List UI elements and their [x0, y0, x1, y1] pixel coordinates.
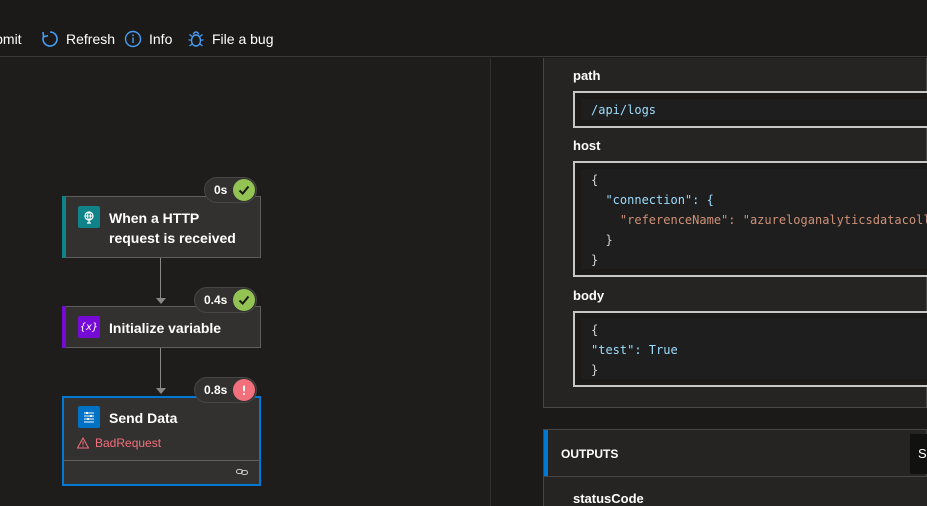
code-line: {	[591, 323, 599, 337]
logic-app-run-view: Submit Refresh Info File a bug	[0, 0, 927, 506]
code-line: }	[591, 253, 599, 267]
step-title: Send Data	[109, 410, 178, 426]
step-accent-bar	[62, 196, 66, 258]
success-check-icon	[233, 179, 255, 201]
body-value-box[interactable]: { "test": True }	[573, 311, 927, 387]
path-value-box[interactable]: /api/logs	[573, 91, 927, 128]
step-card-http-trigger[interactable]: When a HTTP request is received	[62, 196, 261, 258]
duration-badge: 0.4s	[194, 287, 257, 313]
show-raw-outputs-button[interactable]: Show raw outputs	[910, 434, 927, 474]
http-trigger-icon	[78, 206, 100, 228]
host-value-box[interactable]: { "connection": { "referenceName": "azur…	[573, 161, 927, 277]
variable-icon: {x}	[78, 316, 100, 338]
azure-log-analytics-icon	[78, 406, 100, 428]
outputs-title: OUTPUTS	[561, 447, 619, 461]
step-card-send-data[interactable]: Send Data BadRequest	[62, 396, 261, 486]
refresh-button[interactable]: Refresh	[40, 28, 115, 50]
error-text: BadRequest	[95, 436, 162, 450]
code-line: }	[591, 233, 613, 247]
link-icon[interactable]	[235, 465, 249, 484]
connector-arrow	[156, 298, 166, 304]
error-icon	[233, 379, 255, 401]
step-title: Initialize variable	[109, 320, 222, 336]
step-footer	[64, 460, 259, 484]
connector-line	[160, 258, 161, 298]
code-line: "test": True	[591, 343, 678, 357]
duration-text: 0s	[214, 183, 228, 197]
code-line: }	[591, 363, 599, 377]
success-check-icon	[233, 289, 255, 311]
toolbar: Submit Refresh Info File a bug	[0, 0, 927, 57]
refresh-label: Refresh	[66, 31, 116, 47]
status-code-label: statusCode	[573, 491, 644, 506]
outputs-header[interactable]: OUTPUTS Show raw outputs	[543, 429, 927, 477]
connector-arrow	[156, 388, 166, 394]
code-line: {	[591, 173, 599, 187]
bug-icon	[186, 29, 206, 49]
file-a-bug-label: File a bug	[212, 31, 274, 47]
duration-text: 0.8s	[204, 383, 228, 397]
outputs-accent-bar	[544, 430, 548, 476]
path-value: /api/logs	[591, 103, 657, 117]
warning-icon	[77, 437, 89, 449]
outputs-body: statusCode	[543, 477, 927, 506]
file-a-bug-button[interactable]: File a bug	[186, 28, 273, 50]
step-error: BadRequest	[77, 436, 161, 450]
step-accent-bar	[62, 306, 66, 348]
resubmit-label: Submit	[0, 31, 22, 47]
duration-badge: 0s	[204, 177, 257, 203]
path-label: path	[573, 68, 601, 83]
duration-badge: 0.8s	[194, 377, 257, 403]
info-button[interactable]: Info	[123, 28, 172, 50]
resubmit-button[interactable]: Submit	[0, 28, 22, 50]
info-icon	[123, 29, 143, 49]
code-line: "connection": {	[591, 193, 714, 207]
duration-text: 0.4s	[204, 293, 228, 307]
body-label: body	[573, 288, 605, 303]
info-label: Info	[149, 31, 173, 47]
refresh-icon	[40, 29, 60, 49]
connector-line	[160, 348, 161, 388]
code-line: "referenceName": "azureloganalyticsdatac…	[591, 213, 927, 227]
step-title: When a HTTP request is received	[109, 210, 236, 246]
host-label: host	[573, 138, 601, 153]
